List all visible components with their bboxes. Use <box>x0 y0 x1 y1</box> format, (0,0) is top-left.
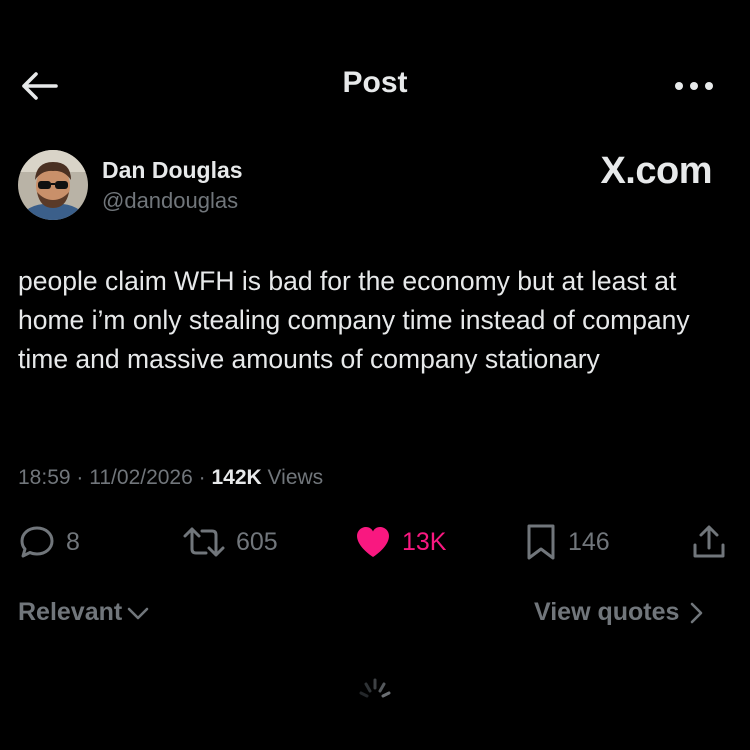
view-quotes-label: View quotes <box>534 598 680 626</box>
post-time: 18:59 <box>18 466 71 489</box>
post-date: 11/02/2026 <box>89 466 193 489</box>
meta-separator: · <box>76 466 84 489</box>
x-com-watermark: X.com <box>600 150 712 192</box>
views-count[interactable]: 142K <box>211 466 261 489</box>
reply-count: 8 <box>66 527 80 556</box>
avatar[interactable] <box>18 150 88 220</box>
bookmark-icon <box>527 524 555 560</box>
sort-replies-dropdown[interactable]: Relevant <box>18 598 150 627</box>
like-button[interactable]: 13K <box>354 520 446 564</box>
more-options-button[interactable] <box>672 72 716 100</box>
heart-filled-icon <box>357 527 389 557</box>
repost-button[interactable]: 605 <box>182 520 278 564</box>
share-button[interactable] <box>690 520 728 564</box>
chevron-down-icon <box>127 607 149 619</box>
repost-count: 605 <box>236 527 278 556</box>
loading-spinner-icon <box>358 676 392 700</box>
share-icon <box>693 525 725 558</box>
page-title: Post <box>342 66 408 99</box>
meta-separator: · <box>198 466 206 489</box>
reply-button[interactable]: 8 <box>18 520 80 564</box>
post-text: people claim WFH is bad for the economy … <box>18 266 690 374</box>
bookmark-button[interactable]: 146 <box>524 520 610 564</box>
like-count: 13K <box>402 527 447 556</box>
more-horizontal-icon <box>675 82 713 90</box>
view-quotes-link[interactable]: View quotes <box>534 598 705 627</box>
reply-icon <box>20 526 54 558</box>
repost-icon <box>183 527 225 557</box>
views-label: Views <box>267 466 324 489</box>
bookmark-count: 146 <box>568 527 610 556</box>
author-handle[interactable]: @dandouglas <box>102 188 238 214</box>
author-name[interactable]: Dan Douglas <box>102 157 243 184</box>
sort-label: Relevant <box>18 598 123 626</box>
post-meta: 18:59 · 11/02/2026 · 142K Views <box>18 466 323 490</box>
chevron-right-icon <box>691 602 703 623</box>
